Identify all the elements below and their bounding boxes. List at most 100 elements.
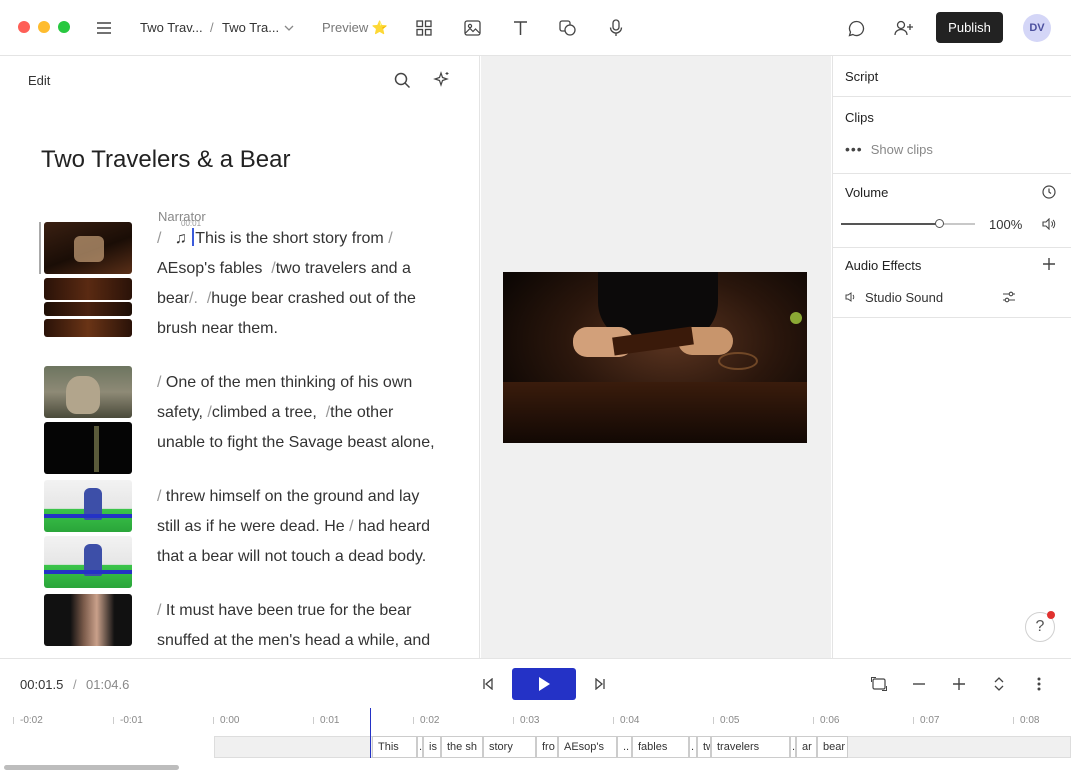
edit-menu[interactable]: Edit	[28, 73, 50, 88]
chevron-down-icon[interactable]	[279, 16, 299, 40]
timeline-word-clip[interactable]: .	[689, 736, 697, 758]
timeline-tick-label: -0:02	[20, 715, 43, 726]
script-line: / One of the men thinking of his own	[157, 374, 413, 391]
script-line: brush near them.	[157, 320, 278, 337]
add-effect-icon[interactable]	[1037, 252, 1061, 276]
scene-thumbnail[interactable]	[44, 278, 132, 300]
timeline-tick-mark	[613, 717, 614, 724]
image-icon[interactable]	[460, 16, 484, 40]
timeline-word-clip[interactable]: bear	[817, 736, 848, 758]
script-paragraph[interactable]: / One of the men thinking of his own saf…	[157, 368, 457, 458]
breadcrumb-composition[interactable]: Two Tra...	[222, 20, 279, 35]
studio-sound-item[interactable]: Studio Sound	[845, 290, 943, 305]
script-editor-panel: Edit Two Travelers & a Bear Narrator 00:…	[0, 56, 480, 658]
clock-icon[interactable]	[1037, 180, 1061, 204]
script-paragraph[interactable]: / threw himself on the ground and lay st…	[157, 482, 457, 572]
transport-bar: 00:01.5 / 01:04.6	[0, 658, 1071, 708]
audio-effects-title: Audio Effects	[845, 258, 922, 273]
search-icon[interactable]	[390, 68, 414, 92]
sliders-icon[interactable]	[997, 285, 1021, 309]
clips-section: Clips ••• Show clips	[833, 97, 1071, 174]
hamburger-menu-icon[interactable]	[92, 16, 116, 40]
audio-effects-section: Audio Effects Studio Sound	[833, 248, 1071, 318]
timeline-tick-label: 0:06	[820, 715, 840, 726]
window-close-button[interactable]	[18, 21, 30, 33]
document-title[interactable]: Two Travelers & a Bear	[41, 146, 290, 174]
script-paragraph[interactable]: / It must have been true for the bear sn…	[157, 596, 457, 656]
breadcrumb-project[interactable]: Two Trav...	[140, 20, 203, 35]
zoom-out-icon[interactable]	[907, 672, 931, 696]
add-user-icon[interactable]	[892, 16, 916, 40]
play-button[interactable]	[512, 668, 576, 700]
shapes-icon[interactable]	[556, 16, 580, 40]
current-time: 00:01.5	[20, 677, 64, 692]
clips-section-title: Clips	[845, 110, 874, 125]
scene-thumbnail[interactable]	[44, 422, 132, 474]
more-dots-icon: •••	[845, 141, 863, 157]
timeline-word-clip[interactable]: story	[483, 736, 536, 758]
preview-label: Preview	[322, 20, 369, 35]
microphone-icon[interactable]	[604, 16, 628, 40]
volume-value: 100%	[989, 217, 1023, 232]
grid-icon[interactable]	[412, 16, 436, 40]
timeline-word-clip[interactable]: tw	[697, 736, 711, 758]
publish-button[interactable]: Publish	[936, 12, 1003, 43]
total-time: 01:04.6	[86, 677, 130, 692]
timeline-word-clip[interactable]: This	[372, 736, 417, 758]
scene-thumbnail[interactable]	[44, 594, 132, 646]
timeline[interactable]: -0:02 -0:01 0:00 0:01 0:02 0:03 0:04 0:05 0:06 0:…	[0, 708, 1071, 775]
playhead[interactable]	[370, 708, 371, 758]
show-clips-label: Show clips	[870, 141, 933, 157]
scene-thumbnail[interactable]	[44, 319, 132, 337]
avatar[interactable]: DV	[1023, 14, 1051, 42]
speaker-icon[interactable]	[1037, 212, 1061, 236]
timeline-word-clip[interactable]: travelers	[711, 736, 790, 758]
timeline-word-clip[interactable]: ar	[796, 736, 817, 758]
scene-thumbnail[interactable]	[44, 366, 132, 418]
play-icon	[539, 677, 550, 691]
skip-forward-icon[interactable]	[588, 672, 612, 696]
script-section-title[interactable]: Script	[845, 69, 878, 84]
script-paragraph[interactable]: / ♫ This is the short story from / AEsop…	[157, 224, 457, 344]
scene-thumbnail[interactable]	[44, 480, 132, 532]
timeline-tick-mark	[513, 717, 514, 724]
scene-thumbnail[interactable]	[44, 222, 132, 274]
timeline-tick-label: 0:04	[620, 715, 640, 726]
text-icon[interactable]	[508, 16, 532, 40]
scene-thumbnail[interactable]	[44, 302, 132, 316]
skip-back-icon[interactable]	[476, 672, 500, 696]
window-zoom-button[interactable]	[58, 21, 70, 33]
more-options-icon[interactable]	[1027, 672, 1051, 696]
timeline-word-clip[interactable]: is	[423, 736, 441, 758]
script-line: / It must have been true for the bear	[157, 602, 412, 619]
top-bar: Two Trav... / Two Tra... Preview ⭐ Publi…	[0, 0, 1071, 56]
star-icon: ⭐	[371, 20, 389, 35]
timeline-tick-mark	[213, 717, 214, 724]
time-separator: /	[73, 677, 77, 692]
comment-icon[interactable]	[844, 16, 868, 40]
timeline-word-clip[interactable]: ..	[617, 736, 632, 758]
window-minimize-button[interactable]	[38, 21, 50, 33]
zoom-in-icon[interactable]	[947, 672, 971, 696]
script-line: bear/. /huge bear crashed out of the	[157, 290, 416, 307]
timeline-tick-mark	[813, 717, 814, 724]
expand-timeline-icon[interactable]	[987, 672, 1011, 696]
timeline-word-clip[interactable]: fro	[536, 736, 558, 758]
timeline-tick-mark	[313, 717, 314, 724]
scene-thumbnail[interactable]	[44, 536, 132, 588]
music-icon: ♫	[174, 230, 187, 247]
scene-selection-rail	[39, 222, 41, 274]
preview-button[interactable]: Preview ⭐	[322, 20, 388, 36]
sparkle-icon[interactable]	[430, 68, 454, 92]
timeline-tick-label: 0:03	[520, 715, 540, 726]
timeline-word-clip[interactable]: fables	[632, 736, 689, 758]
script-section: Script	[833, 56, 1071, 97]
script-line: / threw himself on the ground and lay	[157, 488, 420, 505]
timeline-tick-mark	[913, 717, 914, 724]
horizontal-scrollbar[interactable]	[4, 765, 179, 770]
fit-to-screen-icon[interactable]	[867, 672, 891, 696]
timeline-word-clip[interactable]: AEsop's	[558, 736, 617, 758]
show-clips-button[interactable]: ••• Show clips	[845, 141, 933, 157]
timeline-word-clip[interactable]: the sh	[441, 736, 483, 758]
video-preview[interactable]	[503, 272, 807, 443]
